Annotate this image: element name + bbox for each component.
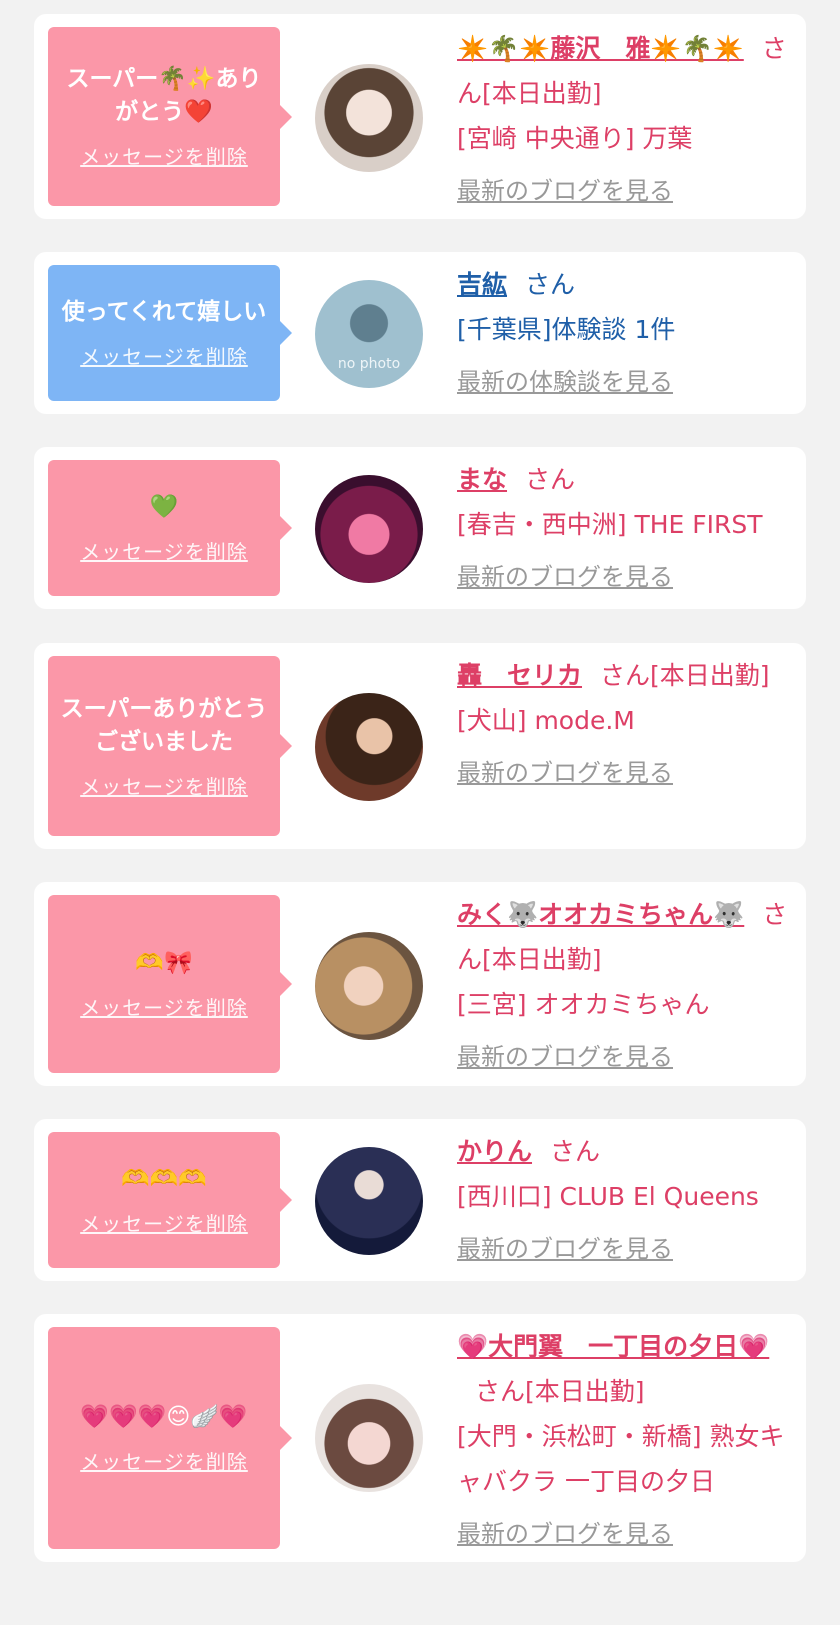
cast-suffix: さん <box>550 1137 601 1166</box>
avatar[interactable] <box>315 475 423 583</box>
avatar[interactable] <box>315 932 423 1040</box>
latest-blog-link[interactable]: 最新のブログを見る <box>457 1227 673 1272</box>
message-text: スーパー🌴✨ありがとう❤️ <box>66 66 262 125</box>
shop-info: [三宮] オオカミちゃん <box>457 990 710 1019</box>
latest-blog-link[interactable]: 最新のブログを見る <box>457 169 673 214</box>
cast-suffix: さん <box>525 270 576 299</box>
cast-name-link[interactable]: まな <box>457 465 507 494</box>
cast-name-link[interactable]: みく🐺オオカミちゃん🐺 <box>457 900 744 929</box>
cast-info: 轟 セリカ さん[本日出勤] [犬山] mode.M 最新のブログを見る <box>457 653 797 796</box>
avatar[interactable] <box>315 693 423 801</box>
shop-info: [春吉・西中洲] THE FIRST <box>457 510 763 539</box>
delete-message-link[interactable]: メッセージを削除 <box>80 1208 248 1237</box>
delete-message-link[interactable]: メッセージを削除 <box>80 1446 248 1475</box>
cast-info: まな さん [春吉・西中洲] THE FIRST 最新のブログを見る <box>457 457 797 600</box>
avatar[interactable] <box>315 1384 423 1492</box>
shop-info: [宮崎 中央通り] 万葉 <box>457 124 693 153</box>
cast-info: 吉紘 さん [千葉県]体験談 1件 最新の体験談を見る <box>457 262 797 405</box>
message-card: 🫶🫶🫶 メッセージを削除 かりん さん [西川口] CLUB El Queens … <box>34 1119 806 1281</box>
message-card: 💗💗💗😊🪽💗 メッセージを削除 💗大門翼 一丁目の夕日💗 さん[本日出勤] [大門… <box>34 1314 806 1562</box>
message-text: スーパーありがとうございました <box>60 695 268 755</box>
delete-message-link[interactable]: メッセージを削除 <box>80 341 248 370</box>
no-photo-text: no photo <box>337 356 401 372</box>
message-card: スーパー🌴✨ありがとう❤️ メッセージを削除 ✴️🌴✴️藤沢 雅✴️🌴✴️ さん[… <box>34 14 806 219</box>
message-card: 🫶🎀 メッセージを削除 みく🐺オオカミちゃん🐺 さん[本日出勤] [三宮] オオカ… <box>34 882 806 1086</box>
cast-info: かりん さん [西川口] CLUB El Queens 最新のブログを見る <box>457 1129 797 1272</box>
message-bubble: 🫶🫶🫶 メッセージを削除 <box>48 1132 292 1268</box>
message-bubble: スーパーありがとうございました メッセージを削除 <box>48 656 292 836</box>
cast-suffix: さん[本日出勤] <box>475 1377 645 1406</box>
message-bubble: 使ってくれて嬉しい メッセージを削除 <box>48 265 292 401</box>
latest-review-link[interactable]: 最新の体験談を見る <box>457 360 673 405</box>
cast-name-link[interactable]: 💗大門翼 一丁目の夕日💗 <box>457 1332 769 1361</box>
cast-info: 💗大門翼 一丁目の夕日💗 さん[本日出勤] [大門・浜松町・新橋] 熟女キャバクラ… <box>457 1324 797 1557</box>
message-text: 🫶🎀 <box>135 950 193 976</box>
latest-blog-link[interactable]: 最新のブログを見る <box>457 555 673 600</box>
cast-suffix: さん <box>525 465 576 494</box>
cast-suffix: さん[本日出勤] <box>600 661 770 690</box>
shop-info: [西川口] CLUB El Queens <box>457 1182 759 1211</box>
message-bubble: 💚 メッセージを削除 <box>48 460 292 596</box>
cast-info: みく🐺オオカミちゃん🐺 さん[本日出勤] [三宮] オオカミちゃん 最新のブログを… <box>457 892 797 1080</box>
cast-name-link[interactable]: 轟 セリカ <box>457 661 582 690</box>
message-card: スーパーありがとうございました メッセージを削除 轟 セリカ さん[本日出勤] [… <box>34 643 806 849</box>
cast-name-link[interactable]: ✴️🌴✴️藤沢 雅✴️🌴✴️ <box>457 34 744 63</box>
shop-info: [千葉県]体験談 1件 <box>457 315 676 344</box>
shop-info: [大門・浜松町・新橋] 熟女キャバクラ 一丁目の夕日 <box>457 1422 785 1496</box>
message-bubble: 💗💗💗😊🪽💗 メッセージを削除 <box>48 1327 292 1549</box>
message-text: 💚 <box>149 494 179 520</box>
cast-name-link[interactable]: かりん <box>457 1137 532 1166</box>
avatar[interactable] <box>315 64 423 172</box>
message-list: スーパー🌴✨ありがとう❤️ メッセージを削除 ✴️🌴✴️藤沢 雅✴️🌴✴️ さん[… <box>0 0 840 1625</box>
cast-info: ✴️🌴✴️藤沢 雅✴️🌴✴️ さん[本日出勤] [宮崎 中央通り] 万葉 最新のブ… <box>457 26 797 214</box>
message-card: 💚 メッセージを削除 まな さん [春吉・西中洲] THE FIRST 最新のブロ… <box>34 447 806 609</box>
message-bubble: 🫶🎀 メッセージを削除 <box>48 895 292 1073</box>
message-card: 使ってくれて嬉しい メッセージを削除 no photo 吉紘 さん [千葉県]体験… <box>34 252 806 414</box>
avatar[interactable] <box>315 1147 423 1255</box>
shop-info: [犬山] mode.M <box>457 706 635 735</box>
latest-blog-link[interactable]: 最新のブログを見る <box>457 1035 673 1080</box>
message-text: 💗💗💗😊🪽💗 <box>80 1404 248 1430</box>
latest-blog-link[interactable]: 最新のブログを見る <box>457 751 673 796</box>
message-bubble: スーパー🌴✨ありがとう❤️ メッセージを削除 <box>48 27 292 206</box>
message-text: 🫶🫶🫶 <box>121 1166 207 1192</box>
avatar[interactable]: no photo <box>315 280 423 388</box>
message-text: 使ってくれて嬉しい <box>61 299 267 325</box>
delete-message-link[interactable]: メッセージを削除 <box>80 771 248 800</box>
delete-message-link[interactable]: メッセージを削除 <box>80 536 248 565</box>
delete-message-link[interactable]: メッセージを削除 <box>80 992 248 1021</box>
reviewer-name-link[interactable]: 吉紘 <box>457 270 507 299</box>
latest-blog-link[interactable]: 最新のブログを見る <box>457 1512 673 1557</box>
delete-message-link[interactable]: メッセージを削除 <box>80 141 248 170</box>
